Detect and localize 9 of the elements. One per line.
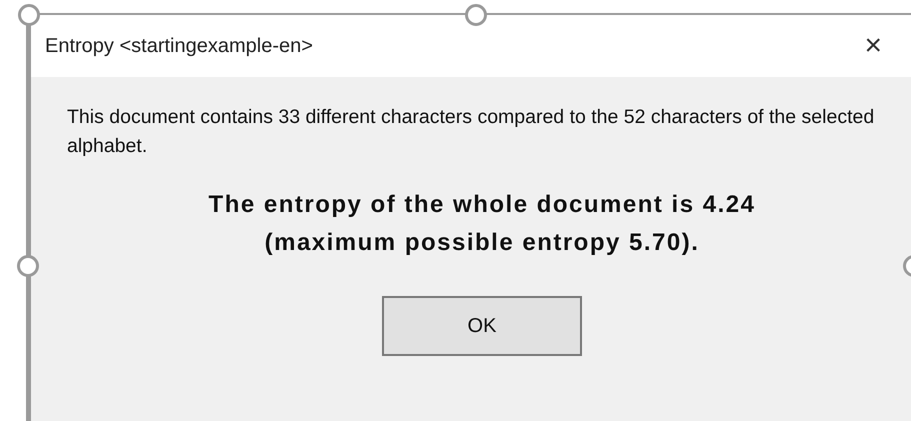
selection-handle[interactable]	[465, 4, 487, 26]
result-text: (maximum possible entropy 5.70).	[264, 228, 700, 258]
window-title: Entropy <startingexample-en>	[45, 34, 313, 59]
close-button[interactable]: ×	[860, 31, 886, 61]
selection-handle[interactable]	[17, 255, 39, 277]
ok-button[interactable]: OK	[382, 296, 582, 356]
message-text: This document contains 33 different characters compared to the 52 characters of the selected alphabet.	[67, 105, 876, 159]
selection-handle[interactable]	[18, 4, 40, 26]
result-text: The entropy of the whole document is 4.24	[208, 190, 756, 220]
